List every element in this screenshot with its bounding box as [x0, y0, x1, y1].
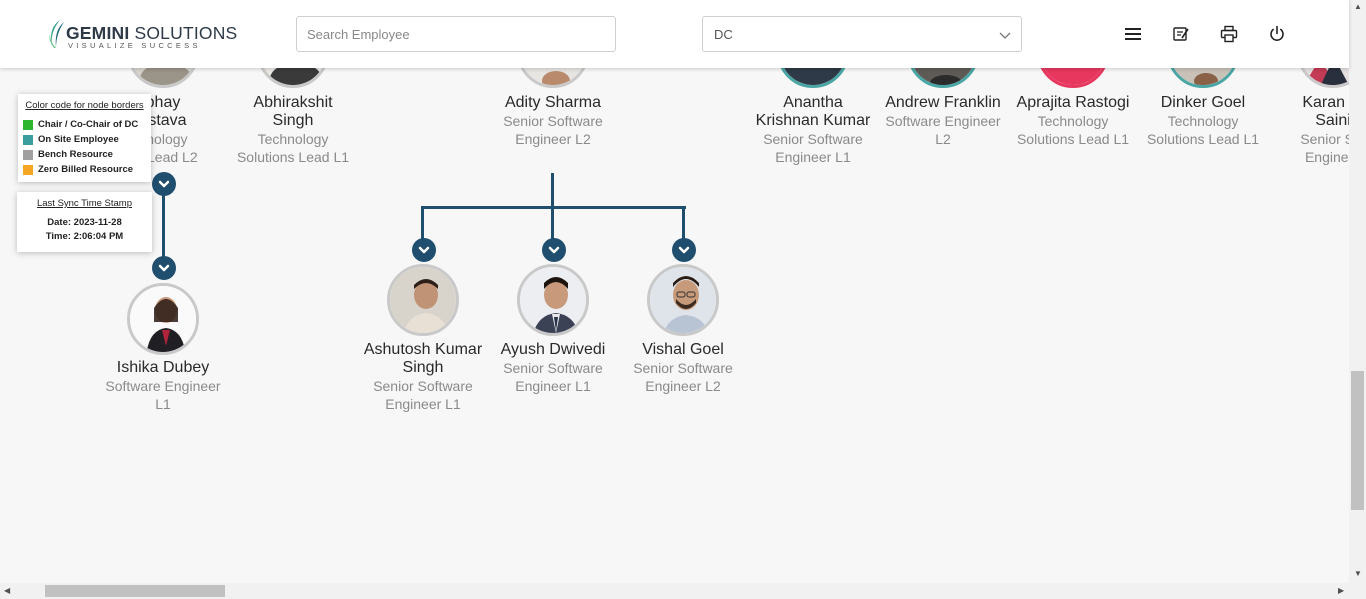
node-text: Karan Si Saini Senior Sof Engineer [1263, 94, 1349, 166]
legend-item: Bench Resource [23, 147, 146, 162]
employee-name[interactable]: Adity Sharma [483, 94, 623, 112]
avatar[interactable] [387, 264, 459, 336]
logo-mark-icon [49, 20, 64, 48]
employee-role: Engineer L2 [515, 131, 591, 147]
employee-role: Technology [1167, 113, 1239, 129]
expand-chevron-icon[interactable] [542, 238, 566, 262]
legend-item: Chair / Co-Chair of DC [23, 117, 146, 132]
employee-role: L1 [155, 396, 171, 412]
employee-name[interactable]: Vishal Goel [613, 341, 753, 359]
notes-icon[interactable] [1169, 22, 1193, 46]
node-text: Vishal Goel Senior Software Engineer L2 [613, 341, 753, 395]
node-text: Andrew Franklin Software Engineer L2 [873, 94, 1013, 148]
org-chart-canvas: bhay astava nnology ns Lead L2 Abhiraksh… [0, 0, 1349, 583]
employee-role: Technology [257, 131, 329, 147]
department-select-value: DC [714, 27, 733, 42]
legend-swatch [23, 134, 33, 145]
expand-chevron-icon[interactable] [152, 172, 176, 196]
expand-chevron-icon[interactable] [152, 256, 176, 280]
node-text: Aprajita Rastogi Technology Solutions Le… [1003, 94, 1143, 148]
node-text: Ayush Dwivedi Senior Software Engineer L… [483, 341, 623, 395]
employee-name[interactable]: Singh [353, 359, 493, 377]
avatar[interactable] [647, 264, 719, 336]
employee-role: Engineer [1304, 149, 1349, 165]
employee-role: Senior Software [503, 113, 603, 129]
employee-role: Senior Sof [1300, 131, 1349, 147]
employee-role: Solutions Lead L1 [1146, 131, 1260, 147]
department-select[interactable]: DC [702, 16, 1022, 52]
employee-role: Solutions Lead L1 [236, 149, 350, 165]
chevron-down-icon [999, 32, 1011, 39]
sync-title: Last Sync Time Stamp [36, 198, 133, 209]
node-text: Dinker Goel Technology Solutions Lead L1 [1133, 94, 1273, 148]
legend-label: On Site Employee [38, 134, 119, 145]
node-text: Anantha Krishnan Kumar Senior Software E… [743, 94, 883, 166]
employee-name[interactable]: Abhirakshit [223, 94, 363, 112]
legend-label: Zero Billed Resource [38, 164, 134, 175]
search-employee-input[interactable] [296, 16, 616, 52]
employee-name[interactable]: Anantha [743, 94, 883, 112]
expand-chevron-icon[interactable] [672, 238, 696, 262]
legend-swatch [23, 149, 33, 160]
employee-role: Technology [1037, 113, 1109, 129]
employee-role: Software Engineer [105, 378, 221, 394]
horizontal-scrollbar-thumb[interactable] [45, 585, 225, 597]
employee-role: Engineer L1 [515, 378, 591, 394]
legend-title: Color code for node borders [25, 100, 144, 111]
employee-name[interactable]: Dinker Goel [1133, 94, 1273, 112]
employee-name[interactable]: Ayush Dwivedi [483, 341, 623, 359]
company-logo[interactable]: GEMINI SOLUTIONS VISUALIZE SUCCESS [46, 17, 237, 51]
employee-role: Senior Software [763, 131, 863, 147]
power-icon[interactable] [1265, 22, 1289, 46]
vertical-scrollbar-thumb[interactable] [1351, 371, 1364, 510]
employee-name[interactable]: Ashutosh Kumar [353, 341, 493, 359]
employee-role: Senior Software [633, 360, 733, 376]
scroll-down-arrow-icon[interactable]: ▼ [1354, 570, 1362, 578]
employee-role: Solutions Lead L1 [1016, 131, 1130, 147]
legend-swatch [23, 119, 33, 130]
avatar[interactable] [517, 264, 589, 336]
node-text: Adity Sharma Senior Software Engineer L2 [483, 94, 623, 148]
scroll-left-arrow-icon[interactable]: ◀ [4, 587, 10, 595]
sync-timestamp-card: Last Sync Time Stamp Date: 2023-11-28 Ti… [17, 192, 152, 252]
print-icon[interactable] [1217, 22, 1241, 46]
employee-name[interactable]: Andrew Franklin [873, 94, 1013, 112]
employee-name[interactable]: Aprajita Rastogi [1003, 94, 1143, 112]
employee-role: Senior Software [373, 378, 473, 394]
legend-swatch [23, 164, 33, 175]
node-text: Abhirakshit Singh Technology Solutions L… [223, 94, 363, 166]
legend-label: Bench Resource [38, 149, 113, 160]
employee-name[interactable]: Saini [1263, 112, 1349, 130]
color-legend: Color code for node borders Chair / Co-C… [18, 94, 151, 182]
employee-role: Software Engineer [885, 113, 1001, 129]
logo-tagline: VISUALIZE SUCCESS [68, 41, 201, 50]
legend-item: Zero Billed Resource [23, 162, 146, 177]
node-text: Ishika Dubey Software Engineer L1 [93, 359, 233, 413]
scroll-up-arrow-icon[interactable]: ▲ [1354, 3, 1362, 11]
sync-time: Time: 2:06:04 PM [45, 231, 124, 242]
employee-name[interactable]: Karan Si [1263, 94, 1349, 112]
employee-role: Engineer L1 [775, 149, 851, 165]
sync-date: Date: 2023-11-28 [47, 217, 122, 228]
node-text: Ashutosh Kumar Singh Senior Software Eng… [353, 341, 493, 413]
employee-role: L2 [935, 131, 951, 147]
menu-icon[interactable] [1121, 22, 1145, 46]
employee-name[interactable]: Ishika Dubey [93, 359, 233, 377]
avatar[interactable] [127, 283, 199, 355]
employee-role: Engineer L2 [645, 378, 721, 394]
legend-label: Chair / Co-Chair of DC [38, 119, 139, 130]
employee-name[interactable]: Singh [223, 112, 363, 130]
employee-role: Engineer L1 [385, 396, 461, 412]
employee-name[interactable]: Krishnan Kumar [743, 112, 883, 130]
expand-chevron-icon[interactable] [412, 238, 436, 262]
scroll-right-arrow-icon[interactable]: ▶ [1338, 587, 1344, 595]
legend-item: On Site Employee [23, 132, 146, 147]
employee-role: Senior Software [503, 360, 603, 376]
top-header: GEMINI SOLUTIONS VISUALIZE SUCCESS DC [0, 0, 1349, 68]
connector-line [421, 206, 686, 209]
